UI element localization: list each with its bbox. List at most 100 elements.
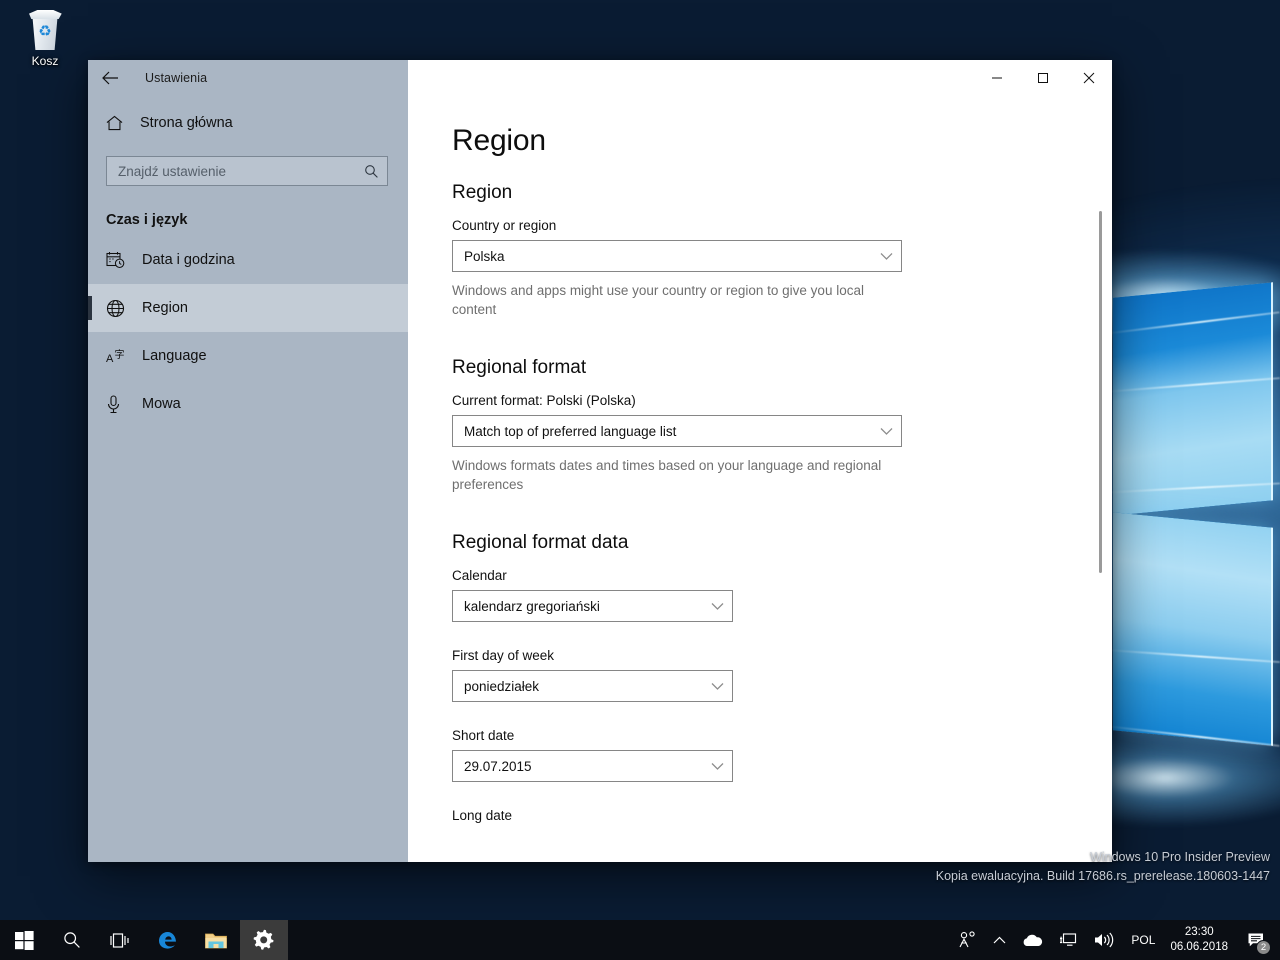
edge-button[interactable]	[144, 920, 192, 960]
section-heading-region: Region	[452, 182, 513, 203]
close-button[interactable]	[1066, 60, 1112, 96]
field-short-date: Short date 29.07.2015	[452, 728, 1112, 782]
desktop-icon-recycle-bin[interactable]: ♻ Kosz	[8, 6, 82, 78]
section-heading-regional-format: Regional format	[452, 357, 587, 378]
language-indicator[interactable]: POL	[1122, 920, 1164, 960]
field-country-or-region: Country or region Polska Windows and app…	[452, 218, 1112, 319]
short-date-label: Short date	[452, 728, 515, 743]
short-date-value: 29.07.2015	[464, 758, 532, 774]
wallpaper-pane-top	[1113, 282, 1273, 516]
chevron-down-icon	[702, 762, 732, 771]
task-view-button[interactable]	[96, 920, 144, 960]
settings-window: Ustawienia Strona główna Znajdź ustawien…	[88, 60, 1112, 862]
titlebar-left: Ustawienia	[88, 60, 408, 96]
calendar-label: Calendar	[452, 568, 507, 583]
edge-icon	[159, 932, 176, 949]
sidebar-item-data-i-godzina[interactable]: Data i godzina	[88, 236, 408, 284]
globe-icon	[106, 299, 136, 318]
field-regional-format: Current format: Polski (Polska) Match to…	[452, 393, 1112, 494]
settings-button[interactable]	[240, 920, 288, 960]
folder-icon	[205, 933, 227, 948]
chevron-down-icon	[871, 252, 901, 261]
search-icon	[64, 932, 80, 948]
wallpaper-pane-bottom	[1113, 512, 1273, 746]
show-hidden-icons-button[interactable]	[985, 920, 1014, 960]
calendar-clock-icon	[106, 251, 136, 269]
close-icon	[1083, 72, 1095, 84]
back-arrow-icon	[101, 71, 118, 85]
sidebar-item-label: Data i godzina	[142, 252, 235, 268]
search-icon	[364, 164, 379, 179]
country-or-region-helper: Windows and apps might use your country …	[452, 283, 864, 317]
clock[interactable]: 23:30 06.06.2018	[1164, 920, 1238, 960]
first-day-of-week-dropdown[interactable]: poniedziałek	[452, 670, 733, 702]
settings-content: Region Region Country or region Polska W…	[408, 96, 1112, 862]
vertical-scrollbar[interactable]	[1094, 96, 1106, 862]
first-day-of-week-value: poniedziałek	[464, 678, 540, 694]
sidebar-search-wrap	[88, 144, 408, 186]
sidebar-section-title: Czas i język	[106, 212, 188, 228]
regional-format-helper: Windows formats dates and times based on…	[452, 458, 882, 492]
clock-date: 06.06.2018	[1170, 941, 1228, 953]
country-or-region-dropdown[interactable]: Polska	[452, 240, 902, 272]
first-day-of-week-label: First day of week	[452, 648, 555, 663]
home-icon	[106, 115, 134, 131]
action-center-button[interactable]: 2	[1238, 920, 1274, 960]
field-calendar: Calendar kalendarz gregoriański	[452, 568, 1112, 622]
window-title: Ustawienia	[145, 71, 208, 85]
chevron-down-icon	[871, 427, 901, 436]
task-view-icon	[110, 932, 129, 948]
chevron-up-icon	[993, 936, 1006, 943]
sidebar-item-mowa[interactable]: Mowa	[88, 380, 408, 428]
page-title: Region	[452, 124, 546, 157]
clock-time: 23:30	[1184, 926, 1214, 938]
chevron-down-icon	[702, 602, 732, 611]
system-tray: POL 23:30 06.06.2018 2	[950, 920, 1280, 960]
start-button[interactable]	[0, 920, 48, 960]
regional-format-dropdown[interactable]: Match top of preferred language list	[452, 415, 902, 447]
svg-text:A: A	[106, 353, 114, 365]
file-explorer-button[interactable]	[192, 920, 240, 960]
maximize-button[interactable]	[1020, 60, 1066, 96]
desktop: ♻ Kosz Ustawienia Strona główna Znajdź u…	[0, 0, 1280, 960]
sidebar-item-label: Mowa	[142, 396, 181, 412]
calendar-dropdown[interactable]: kalendarz gregoriański	[452, 590, 733, 622]
cloud-icon	[1024, 934, 1043, 946]
country-or-region-value: Polska	[464, 248, 505, 264]
window-titlebar: Ustawienia	[88, 60, 1112, 96]
search-input[interactable]	[118, 163, 364, 179]
minimize-button[interactable]	[974, 60, 1020, 96]
windows-logo-icon	[14, 930, 34, 950]
chevron-down-icon	[702, 682, 732, 691]
network-button[interactable]	[1051, 920, 1086, 960]
speaker-icon	[1095, 932, 1114, 948]
search-button[interactable]	[48, 920, 96, 960]
sidebar-item-label: Region	[142, 300, 188, 316]
maximize-icon	[1038, 73, 1048, 83]
content-inner: Region Region Country or region Polska W…	[408, 96, 1112, 823]
show-desktop-button[interactable]	[1274, 920, 1280, 960]
network-monitor-icon	[1060, 933, 1077, 946]
regional-format-value: Match top of preferred language list	[464, 423, 677, 439]
search-box[interactable]	[106, 156, 388, 186]
scrollbar-thumb[interactable]	[1099, 211, 1102, 573]
sidebar-item-home[interactable]: Strona główna	[88, 102, 408, 144]
calendar-value: kalendarz gregoriański	[464, 598, 600, 614]
people-icon	[959, 931, 976, 948]
country-or-region-label: Country or region	[452, 218, 557, 233]
people-button[interactable]	[950, 920, 985, 960]
volume-button[interactable]	[1086, 920, 1122, 960]
language-icon: A 字	[106, 347, 136, 365]
notification-badge: 2	[1256, 940, 1271, 955]
onedrive-button[interactable]	[1014, 920, 1051, 960]
titlebar-controls	[408, 60, 1112, 96]
recycle-bin-icon: ♻	[24, 8, 66, 52]
sidebar-item-language[interactable]: A 字 Language	[88, 332, 408, 380]
gear-icon	[253, 929, 274, 950]
field-first-day-of-week: First day of week poniedziałek	[452, 648, 1112, 702]
sidebar-item-region[interactable]: Region	[88, 284, 408, 332]
short-date-dropdown[interactable]: 29.07.2015	[452, 750, 733, 782]
back-button[interactable]	[88, 60, 132, 96]
long-date-label: Long date	[452, 808, 513, 823]
sidebar-home-label: Strona główna	[140, 115, 233, 131]
